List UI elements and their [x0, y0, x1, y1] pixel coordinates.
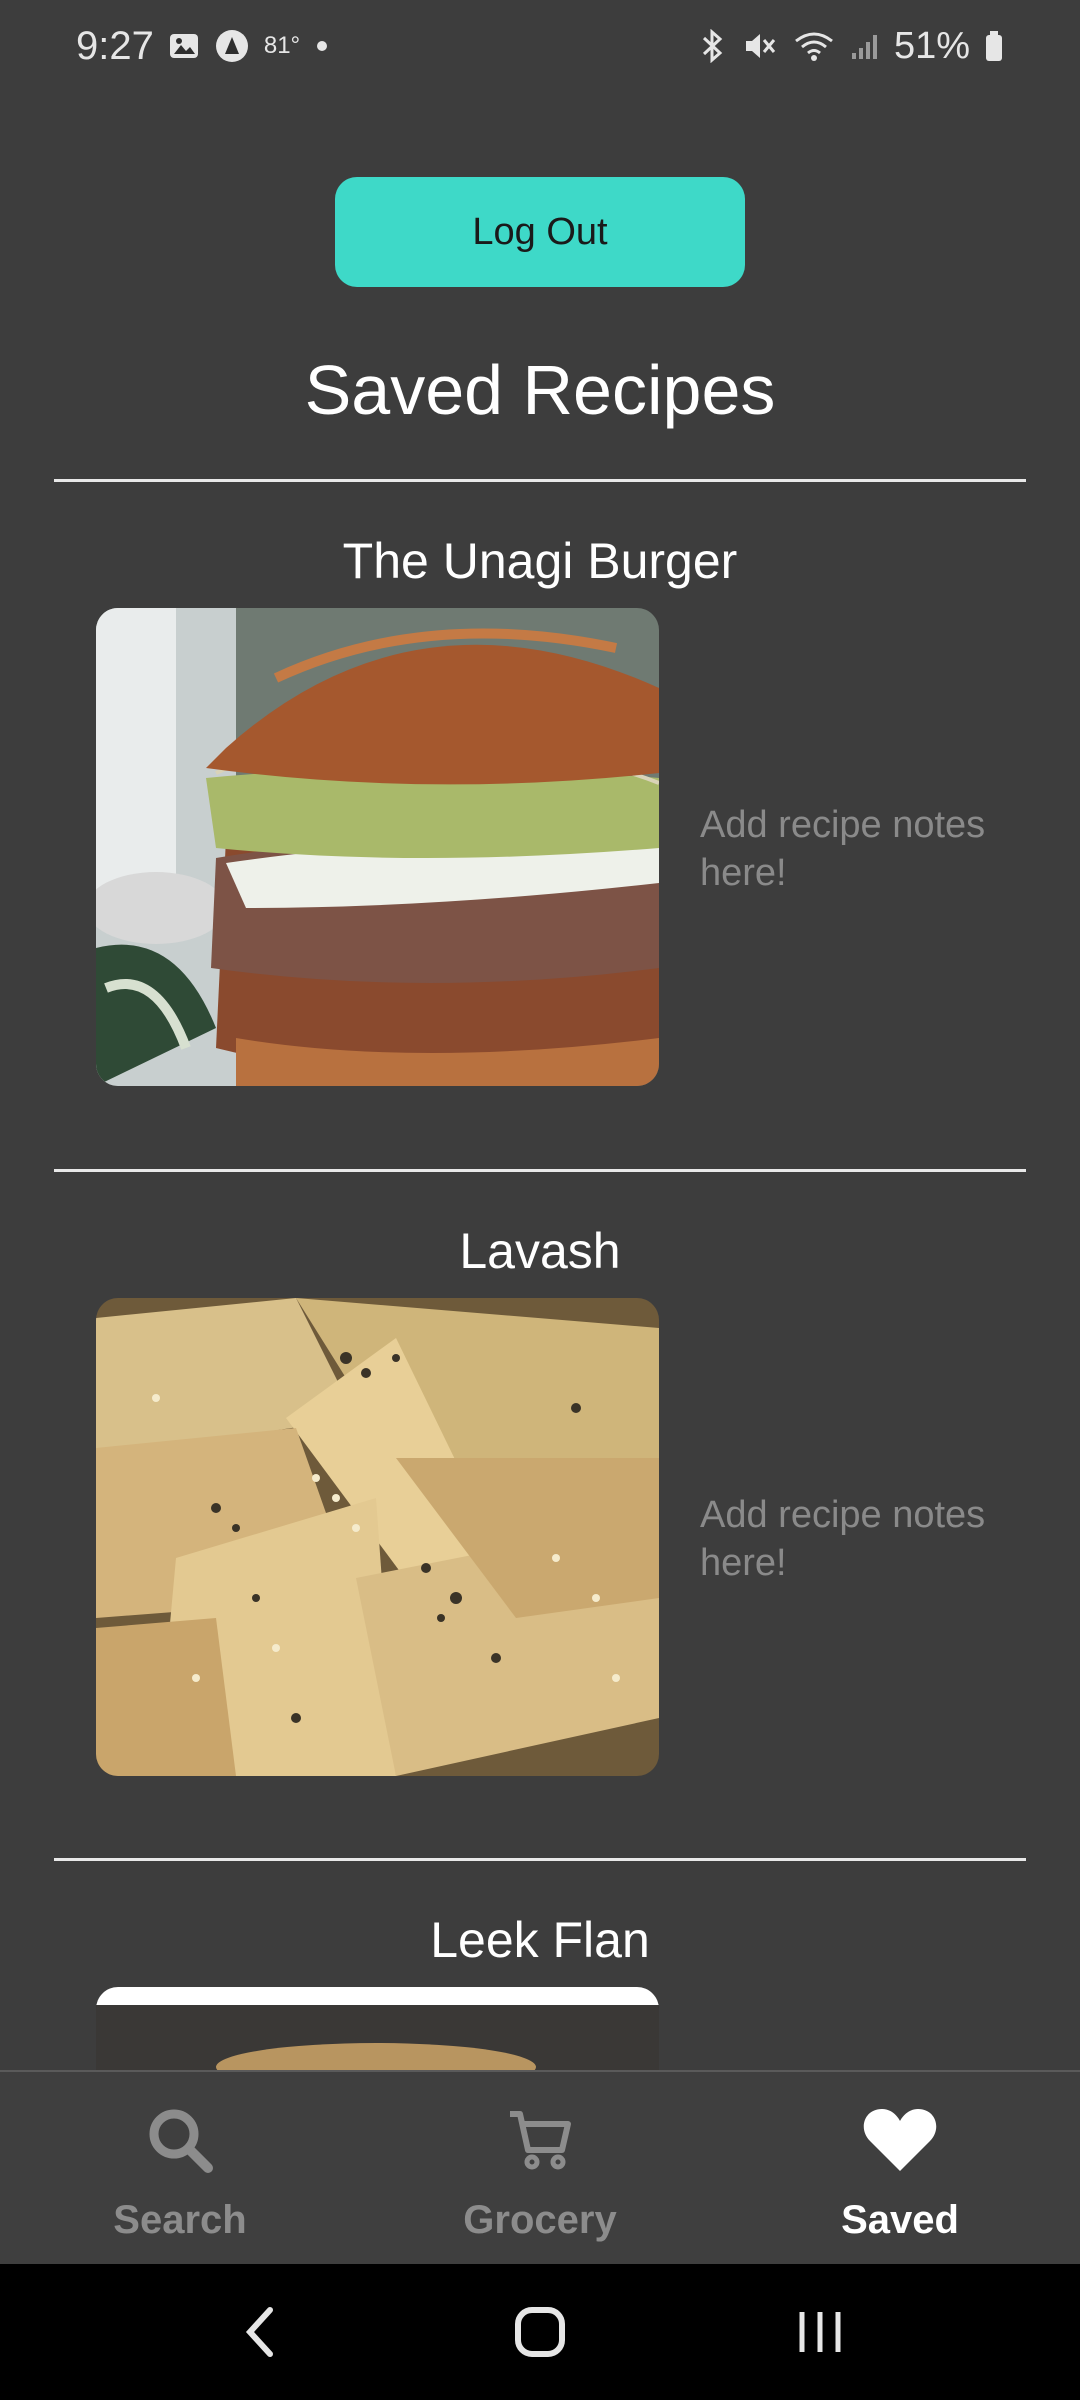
system-nav-bar: [0, 2264, 1080, 2400]
dot-icon: [314, 38, 330, 54]
nav-grocery-label: Grocery: [463, 2198, 617, 2242]
saved-recipes-screen: Log Out Saved Recipes The Unagi Burger A…: [0, 92, 1080, 2070]
cart-icon: [500, 2100, 580, 2180]
status-left: 9:27 81°: [76, 24, 330, 69]
bottom-nav: Search Grocery Saved: [0, 2070, 1080, 2264]
recipe-title[interactable]: Lavash: [0, 1222, 1080, 1280]
recipe-image-leek-flan[interactable]: [96, 1987, 659, 2070]
status-battery: 51%: [893, 24, 970, 67]
status-temperature: 81°: [263, 32, 301, 59]
recipe-image-lavash[interactable]: [96, 1298, 659, 1776]
recipe-notes-input[interactable]: Add recipe notes here!: [700, 802, 1030, 897]
search-icon: [140, 2100, 220, 2180]
signal-icon: [850, 31, 880, 61]
divider: [54, 1169, 1026, 1172]
nav-grocery[interactable]: Grocery: [360, 2072, 720, 2264]
nav-saved[interactable]: Saved: [720, 2072, 1080, 2264]
heart-icon: [860, 2100, 940, 2180]
status-bar: 9:27 81° 51%: [0, 0, 1080, 92]
back-icon[interactable]: [210, 2292, 310, 2372]
wifi-icon: [792, 29, 836, 63]
mute-icon: [742, 29, 778, 63]
status-time: 9:27: [76, 23, 154, 68]
divider: [54, 1858, 1026, 1861]
recipe-notes-input[interactable]: Add recipe notes here!: [700, 1492, 1030, 1587]
home-icon[interactable]: [490, 2292, 590, 2372]
recipe-image-unagi-burger[interactable]: [96, 608, 659, 1086]
gallery-icon: [168, 30, 200, 62]
bluetooth-icon: [698, 29, 728, 63]
page-title: Saved Recipes: [304, 351, 776, 429]
recent-apps-icon[interactable]: [770, 2292, 870, 2372]
nav-search[interactable]: Search: [0, 2072, 360, 2264]
logout-button[interactable]: Log Out: [335, 177, 745, 287]
app-notification-icon: [214, 28, 250, 64]
battery-icon: [984, 29, 1004, 63]
nav-saved-label: Saved: [841, 2198, 959, 2242]
status-right: 51%: [698, 25, 1004, 68]
recipe-title[interactable]: The Unagi Burger: [0, 532, 1080, 590]
nav-search-label: Search: [113, 2198, 247, 2242]
recipe-title[interactable]: Leek Flan: [0, 1911, 1080, 1969]
divider: [54, 479, 1026, 482]
